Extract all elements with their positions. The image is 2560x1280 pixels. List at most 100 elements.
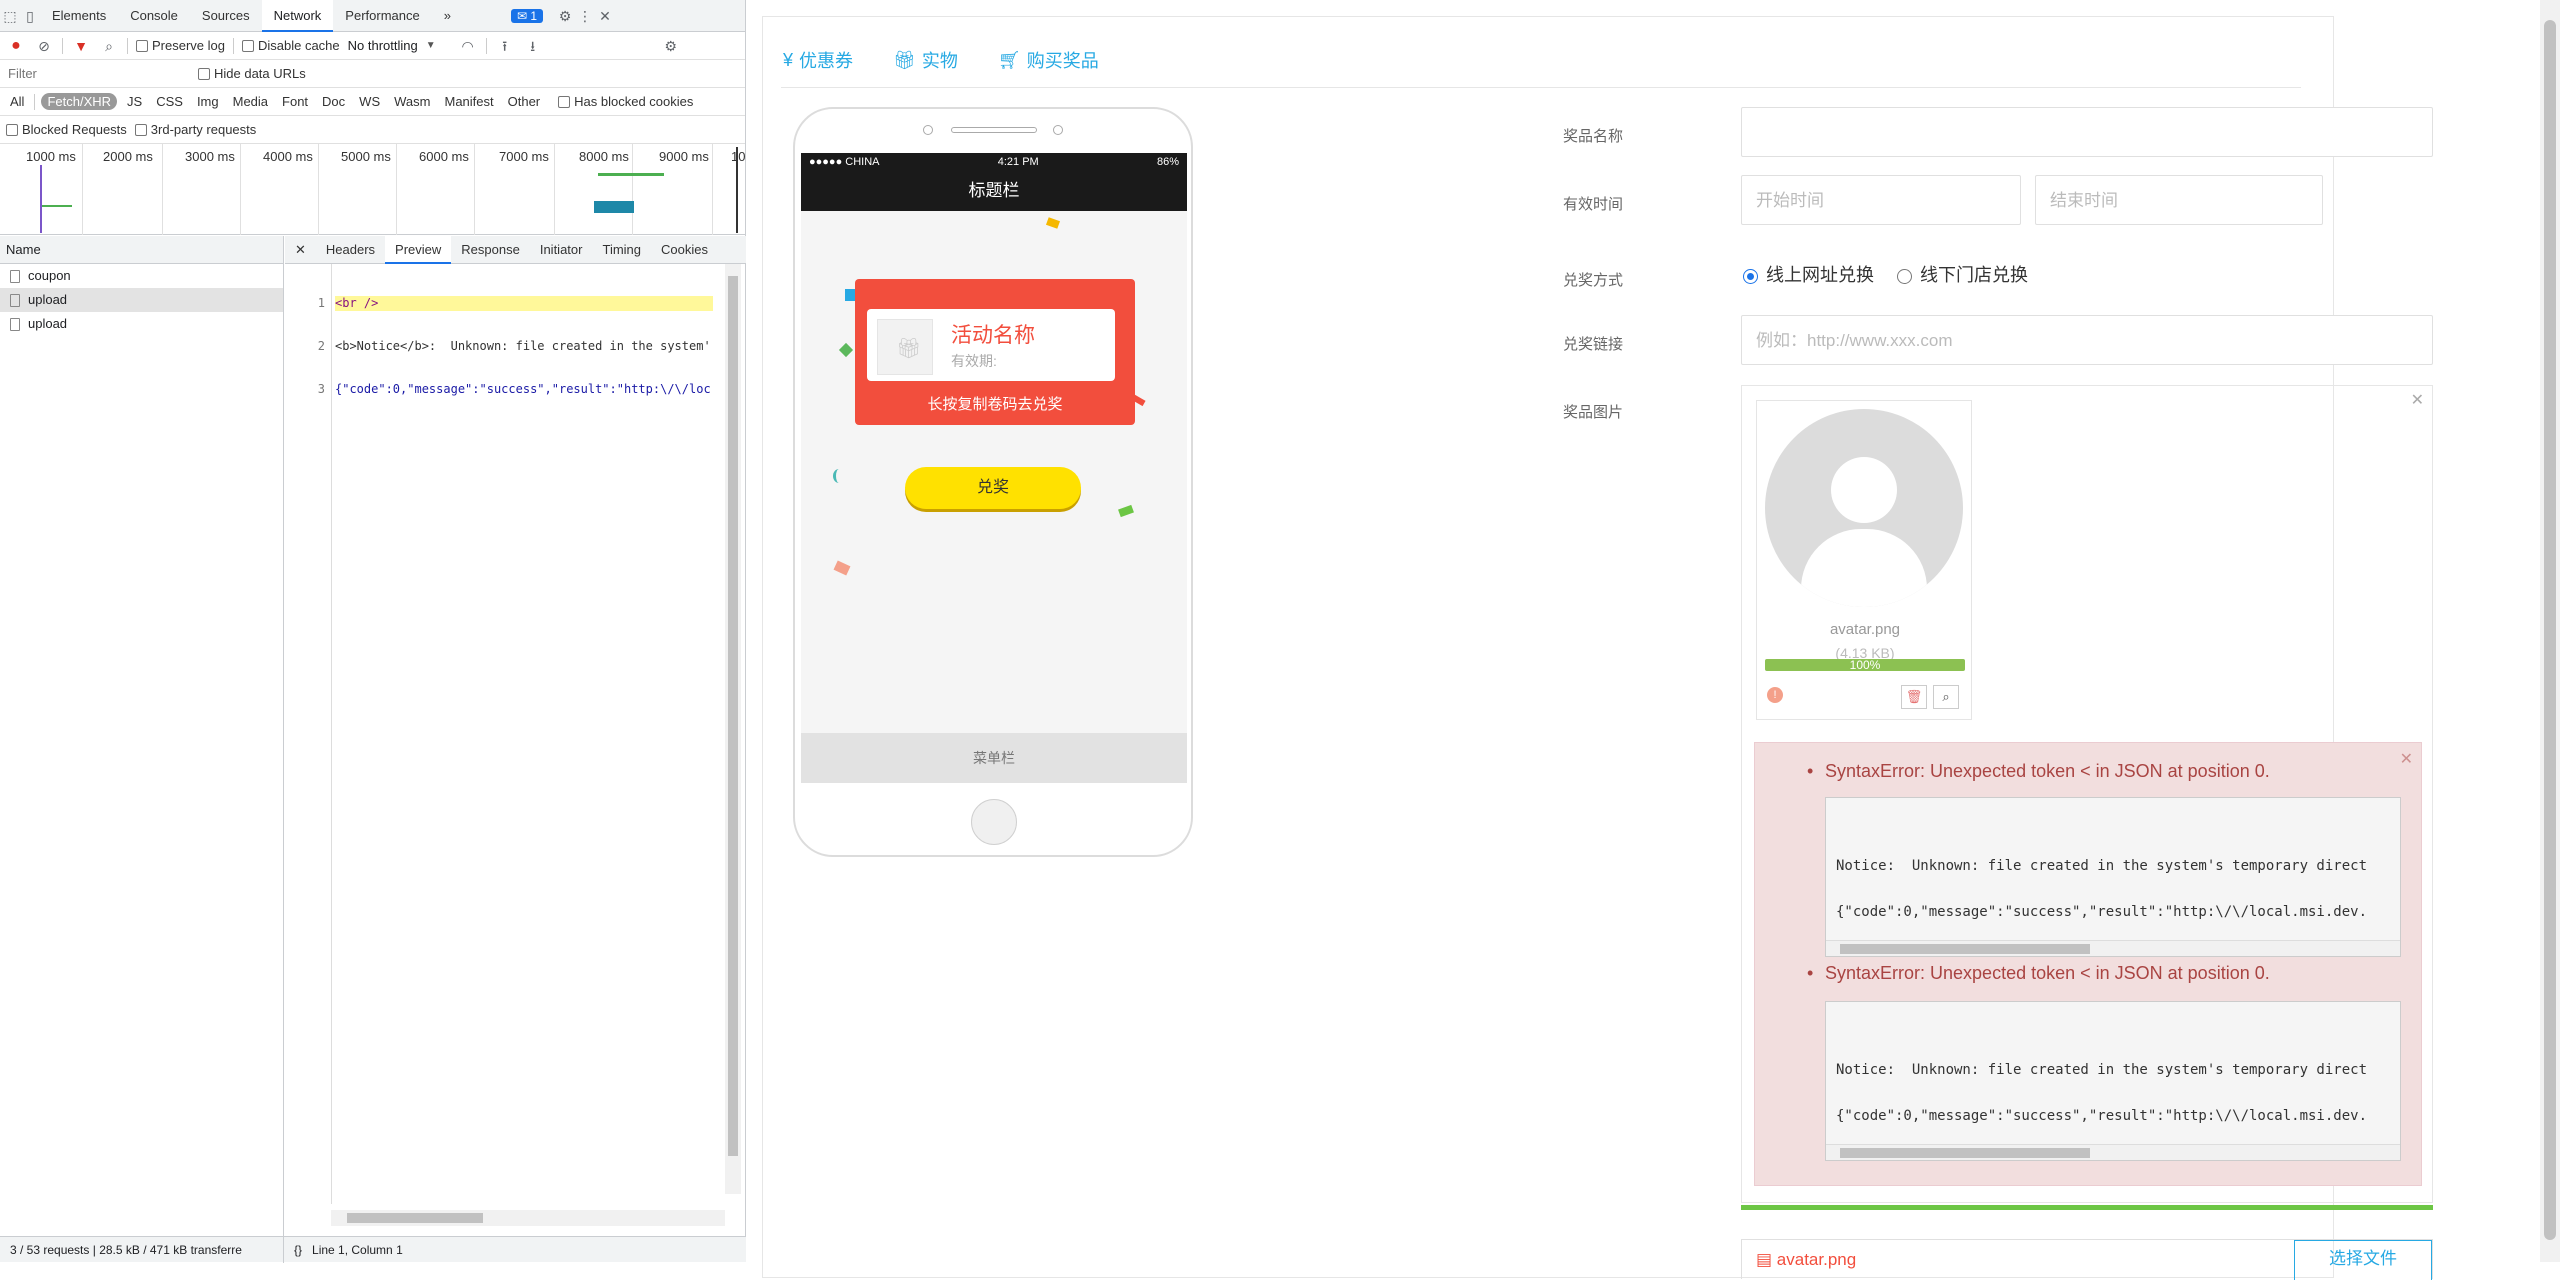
- divider: [34, 93, 36, 110]
- tab-sources[interactable]: Sources: [190, 0, 262, 32]
- page-scrollbar[interactable]: [2540, 0, 2560, 1262]
- type-fetch-xhr[interactable]: Fetch/XHR: [41, 93, 118, 110]
- has-blocked-cookies-checkbox[interactable]: Has blocked cookies: [558, 94, 693, 109]
- import-har-icon[interactable]: ⭱: [495, 36, 515, 56]
- type-all[interactable]: All: [6, 93, 28, 110]
- throttling-select[interactable]: No throttling: [348, 38, 418, 53]
- end-time-input[interactable]: 结束时间: [2035, 175, 2323, 225]
- zoom-icon[interactable]: ⌕: [1933, 685, 1959, 709]
- clear-icon[interactable]: ⊘: [34, 36, 54, 56]
- blocked-requests-checkbox[interactable]: Blocked Requests: [6, 122, 127, 137]
- progress-text: 100%: [1849, 658, 1881, 672]
- type-other[interactable]: Other: [504, 93, 545, 110]
- redeem-method-radio-group: 线上网址兑换 线下门店兑换: [1743, 261, 2028, 287]
- error-code-block[interactable]: Notice: Unknown: file created in the sys…: [1825, 797, 2401, 957]
- search-icon[interactable]: ⌕: [99, 36, 119, 56]
- network-settings-icon[interactable]: ⚙: [661, 36, 681, 56]
- avatar-head: [1831, 457, 1897, 523]
- kebab-menu-icon[interactable]: ⋮: [575, 6, 595, 26]
- tab-initiator[interactable]: Initiator: [530, 236, 593, 264]
- issues-badge[interactable]: ✉ 1: [510, 8, 544, 23]
- redeem-link-input[interactable]: 例如：http://www.xxx.com: [1741, 315, 2433, 365]
- scrollbar-thumb[interactable]: [728, 276, 738, 1156]
- tab-buy-prize[interactable]: 🛒︎ 购买奖品: [998, 47, 1099, 73]
- speaker-slot: [951, 127, 1037, 133]
- error-code-block[interactable]: Notice: Unknown: file created in the sys…: [1825, 1001, 2401, 1161]
- redeem-link-label: 兑奖链接: [1563, 336, 1624, 353]
- checkbox-box: [558, 95, 571, 108]
- tab-timing[interactable]: Timing: [592, 236, 651, 264]
- tab-console[interactable]: Console: [118, 0, 190, 32]
- request-row-upload[interactable]: upload: [0, 312, 283, 336]
- filter-input[interactable]: [6, 63, 190, 84]
- devtools-tabbar: ⬚ ▯ Elements Console Sources Network Per…: [0, 0, 745, 32]
- clock: 4:21 PM: [997, 156, 1039, 168]
- tab-physical[interactable]: 🎁︎ 实物: [893, 47, 958, 73]
- start-time-input[interactable]: 开始时间: [1741, 175, 2021, 225]
- response-preview[interactable]: <br /> <b>Notice</b>: Unknown: file crea…: [335, 268, 713, 425]
- close-detail-icon[interactable]: ✕: [285, 236, 316, 264]
- redeem-button[interactable]: 兑奖: [905, 467, 1081, 509]
- blocked-requests-label: Blocked Requests: [22, 122, 127, 137]
- type-css[interactable]: CSS: [152, 93, 187, 110]
- tab-headers[interactable]: Headers: [316, 236, 385, 264]
- type-wasm[interactable]: Wasm: [390, 93, 434, 110]
- network-timeline-overview[interactable]: 1000 ms 2000 ms 3000 ms 4000 ms 5000 ms …: [0, 143, 746, 235]
- close-error-icon[interactable]: ✕: [2400, 749, 2413, 769]
- yen-icon: ¥: [783, 49, 794, 70]
- request-row-upload[interactable]: upload: [0, 288, 283, 312]
- type-media[interactable]: Media: [229, 93, 272, 110]
- confetti: [845, 289, 855, 301]
- type-ws[interactable]: WS: [355, 93, 384, 110]
- tab-elements[interactable]: Elements: [40, 0, 118, 32]
- horizontal-scrollbar[interactable]: [331, 1210, 725, 1226]
- divider: [781, 87, 2301, 88]
- trash-icon[interactable]: 🗑︎: [1901, 685, 1927, 709]
- tab-performance[interactable]: Performance: [333, 0, 431, 32]
- record-icon[interactable]: ●: [6, 36, 26, 56]
- request-row-coupon[interactable]: coupon: [0, 264, 283, 288]
- scrollbar-thumb[interactable]: [1840, 1148, 2090, 1158]
- pretty-print-icon[interactable]: {}: [284, 1243, 302, 1257]
- coupon-card[interactable]: 🎁︎ 活动名称 有效期: 长按复制卷码去兑奖: [855, 279, 1135, 425]
- device-toolbar-icon[interactable]: ▯: [20, 6, 40, 26]
- type-font[interactable]: Font: [278, 93, 312, 110]
- settings-gear-icon[interactable]: ⚙: [555, 6, 575, 26]
- radio-online[interactable]: 线上网址兑换: [1743, 265, 1874, 285]
- radio-offline[interactable]: 线下门店兑换: [1897, 265, 2028, 285]
- upload-progress-fill: 100%: [1765, 659, 1965, 671]
- more-tabs-button[interactable]: »: [432, 0, 463, 32]
- tab-preview[interactable]: Preview: [385, 235, 452, 264]
- close-icon[interactable]: ✕: [2411, 390, 2424, 410]
- type-manifest[interactable]: Manifest: [440, 93, 497, 110]
- vertical-scrollbar[interactable]: [725, 264, 741, 1194]
- scrollbar-thumb[interactable]: [2544, 20, 2556, 1240]
- export-har-icon[interactable]: ⭳: [523, 36, 543, 56]
- phone-status-bar: ●●●●● CHINA 4:21 PM 86%: [801, 153, 1187, 171]
- tab-response[interactable]: Response: [451, 236, 530, 264]
- scrollbar-thumb[interactable]: [1840, 944, 2090, 954]
- hide-data-urls-checkbox[interactable]: Hide data URLs: [198, 66, 306, 81]
- avatar-body: [1801, 529, 1927, 607]
- third-party-checkbox[interactable]: 3rd-party requests: [134, 122, 256, 137]
- type-doc[interactable]: Doc: [318, 93, 349, 110]
- horizontal-scrollbar[interactable]: [1826, 940, 2400, 956]
- disable-cache-checkbox[interactable]: Disable cache: [241, 38, 340, 53]
- choose-file-button[interactable]: 选择文件: [2294, 1240, 2432, 1280]
- horizontal-scrollbar[interactable]: [1826, 1144, 2400, 1160]
- tab-network[interactable]: Network: [261, 0, 334, 32]
- scrollbar-thumb[interactable]: [347, 1213, 483, 1223]
- name-column-header[interactable]: Name: [0, 236, 283, 264]
- radio-dot: [1897, 268, 1913, 284]
- tab-cookies[interactable]: Cookies: [651, 236, 718, 264]
- request-name: upload: [28, 292, 68, 307]
- preserve-log-checkbox[interactable]: Preserve log: [136, 38, 225, 53]
- type-js[interactable]: JS: [123, 93, 146, 110]
- tab-coupon[interactable]: ¥ 优惠券: [783, 47, 853, 73]
- type-img[interactable]: Img: [193, 93, 223, 110]
- inspect-icon[interactable]: ⬚: [0, 6, 20, 26]
- filter-icon[interactable]: ▼: [71, 36, 91, 56]
- wifi-conditions-icon[interactable]: ◠: [458, 36, 478, 56]
- close-devtools-icon[interactable]: ✕: [595, 6, 615, 26]
- prize-name-input[interactable]: [1741, 107, 2433, 157]
